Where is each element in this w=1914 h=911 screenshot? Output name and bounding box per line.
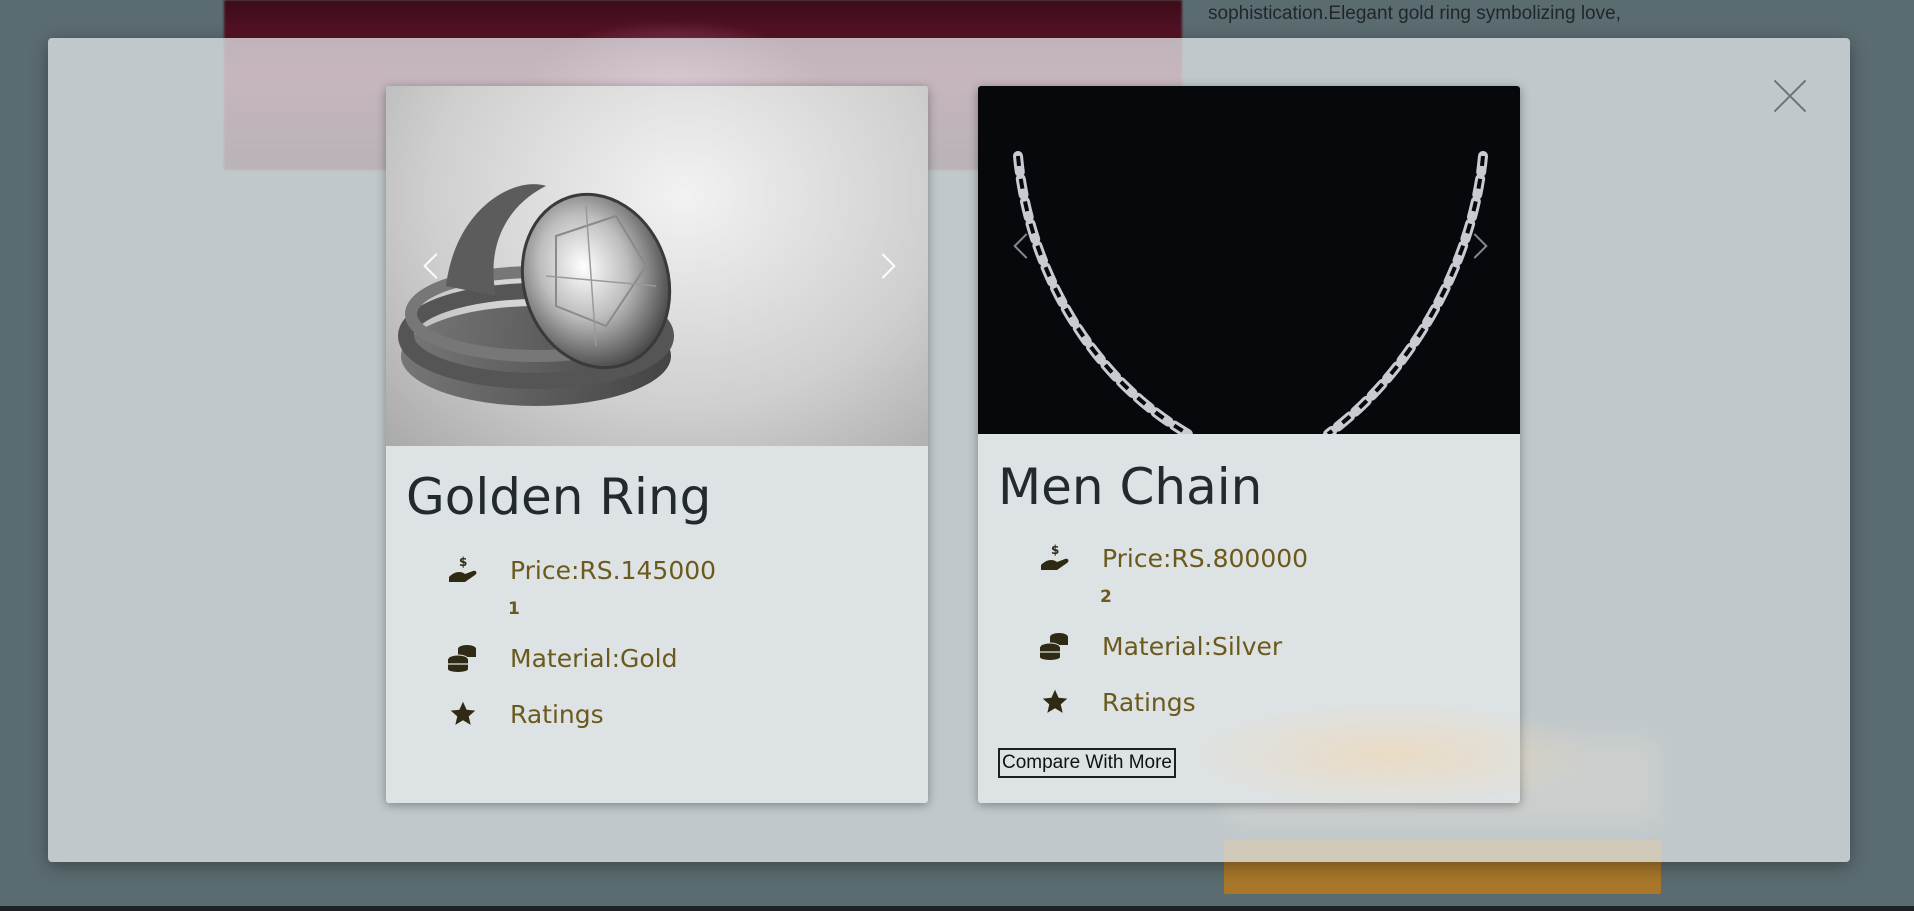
ratings-row: Ratings xyxy=(1038,686,1196,718)
hand-dollar-icon: $ xyxy=(446,554,480,586)
material-row: Material:Gold xyxy=(446,642,677,674)
background-product-description: sophistication.Elegant gold ring symboli… xyxy=(1208,3,1621,24)
quantity-text: 1 xyxy=(508,599,520,619)
product-card-men-chain: Men Chain $ Price:RS.800000 2 Material:S… xyxy=(978,86,1520,803)
product-card-golden-ring: Golden Ring $ Price:RS.145000 1 Material… xyxy=(386,86,928,803)
price-text: Price:RS.145000 xyxy=(510,555,717,585)
material-text: Material:Gold xyxy=(510,643,678,673)
compare-modal xyxy=(48,38,1850,862)
ring-image xyxy=(398,184,674,406)
price-row: $ Price:RS.145000 xyxy=(446,554,716,586)
coins-icon xyxy=(446,642,480,674)
ratings-text: Ratings xyxy=(1102,687,1196,717)
material-text: Material:Silver xyxy=(1102,631,1283,661)
ratings-text: Ratings xyxy=(510,699,604,729)
carousel-next-arrow[interactable] xyxy=(1468,235,1490,257)
product-title: Men Chain xyxy=(998,458,1263,516)
material-row: Material:Silver xyxy=(1038,630,1282,662)
product-image-carousel xyxy=(386,86,928,446)
product-title: Golden Ring xyxy=(406,468,712,526)
carousel-prev-arrow[interactable] xyxy=(1012,235,1034,257)
close-icon[interactable] xyxy=(1772,78,1808,114)
quantity-text: 2 xyxy=(1100,587,1112,607)
svg-text:$: $ xyxy=(1051,543,1059,557)
ratings-row: Ratings xyxy=(446,698,604,730)
product-image-carousel xyxy=(978,86,1520,434)
hand-dollar-icon: $ xyxy=(1038,542,1072,574)
price-text: Price:RS.800000 xyxy=(1102,543,1309,573)
star-icon xyxy=(1038,686,1072,718)
background-footer-bar xyxy=(0,906,1914,911)
svg-text:$: $ xyxy=(459,555,467,569)
star-icon xyxy=(446,698,480,730)
price-row: $ Price:RS.800000 xyxy=(1038,542,1308,574)
chain-image xyxy=(1013,151,1488,434)
compare-with-more-button[interactable]: Compare With More xyxy=(998,748,1176,778)
carousel-prev-arrow[interactable] xyxy=(422,255,444,277)
carousel-next-arrow[interactable] xyxy=(876,255,898,277)
coins-icon xyxy=(1038,630,1072,662)
